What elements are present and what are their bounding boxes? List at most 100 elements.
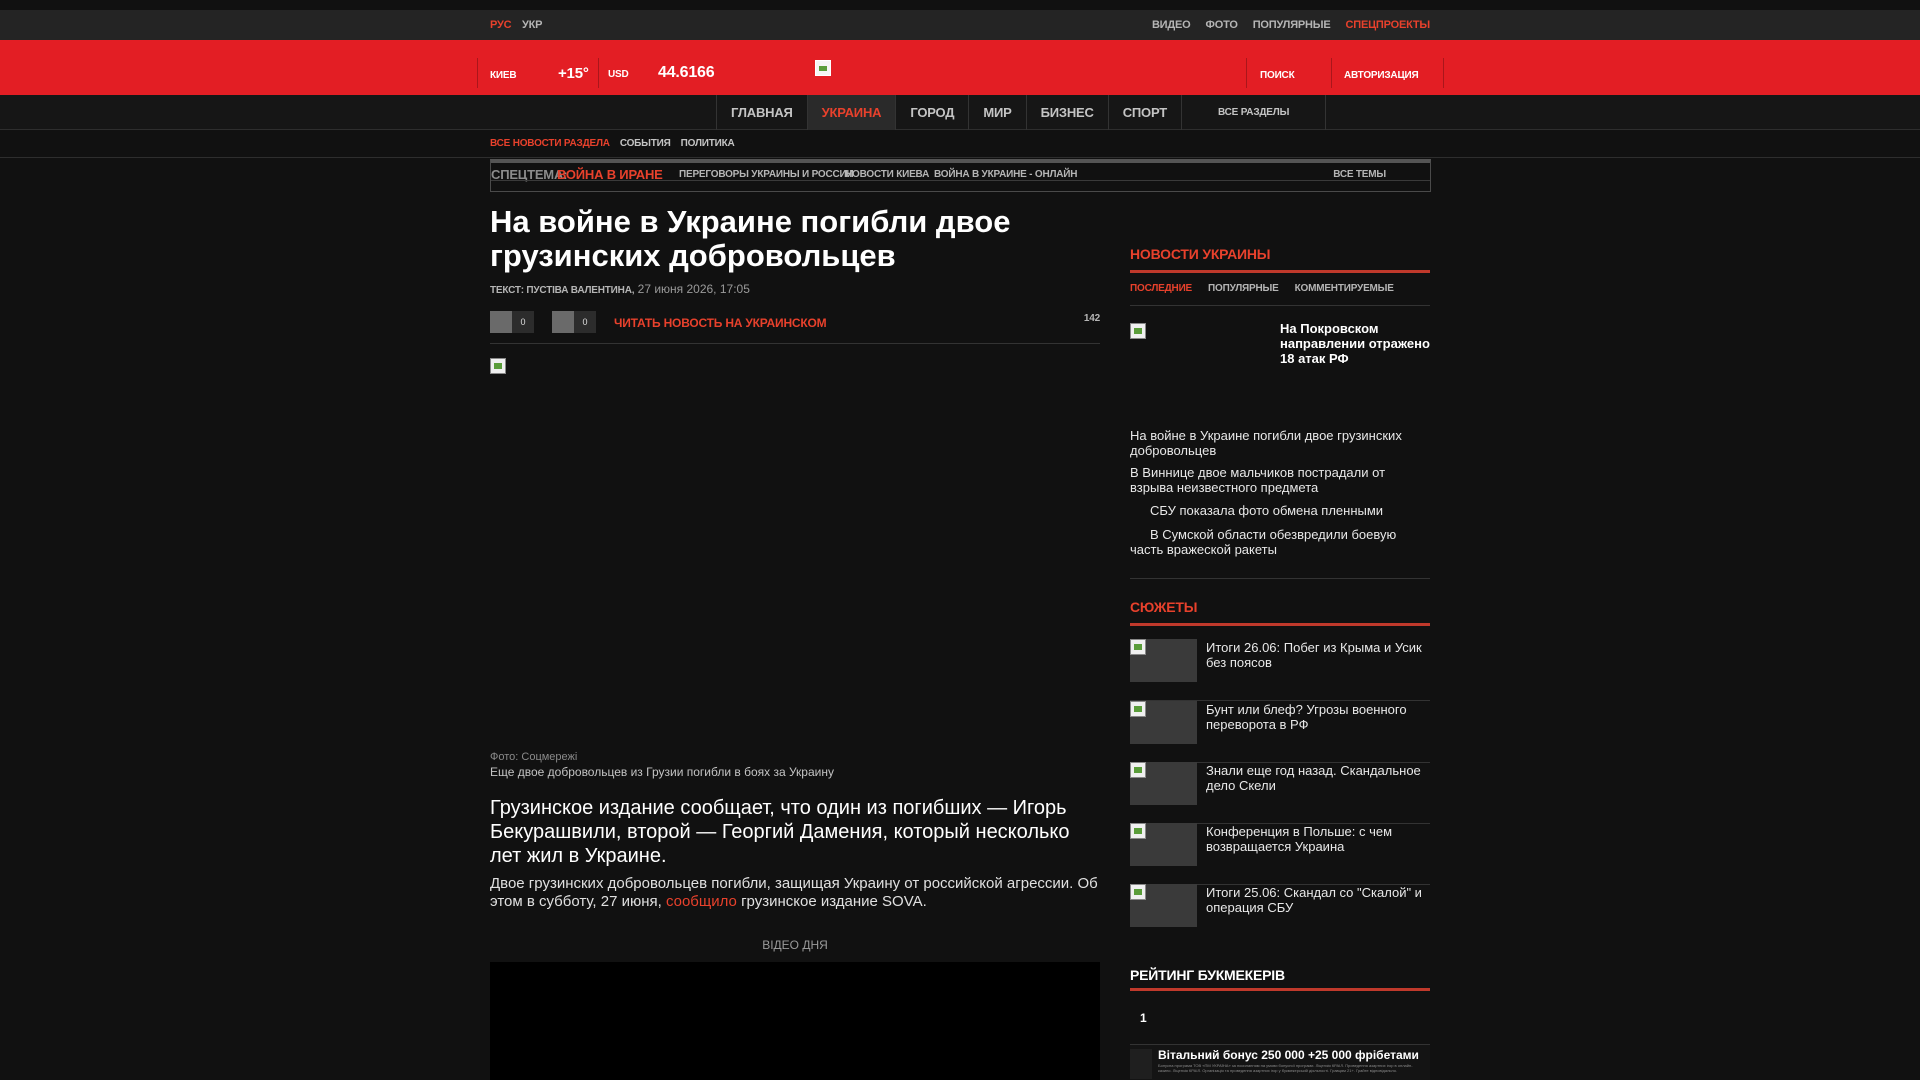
- nav-tab-main[interactable]: ГЛАВНАЯ: [716, 95, 807, 130]
- divider: [1130, 270, 1430, 273]
- article-paragraph: Двое грузинских добровольцев погибли, за…: [490, 875, 1102, 911]
- bookmaker-card[interactable]: Вітальний бонус 250 000 +25 000 фрібетам…: [1130, 1044, 1430, 1080]
- share-count: 0: [574, 311, 596, 333]
- divider: [1130, 988, 1430, 991]
- site-header: КИЕВ +15° USD 44.6166 ПОИСК АВТОРИЗАЦИЯ: [0, 40, 1920, 95]
- view-count: 142: [1083, 313, 1100, 324]
- photo-caption: Еще двое добровольцев из Грузии погибли …: [490, 765, 834, 779]
- weather-temperature: +15°: [558, 65, 589, 82]
- paragraph-text: грузинское издание SOVA.: [741, 893, 927, 910]
- broken-image-icon: [1130, 762, 1146, 778]
- story-thumbnail: [1130, 701, 1197, 744]
- sidebar-news-heading[interactable]: НОВОСТИ УКРАИНЫ: [1130, 246, 1270, 262]
- article-actions: 0 0 ЧИТАТЬ НОВОСТЬ НА УКРАИНСКОМ 142: [490, 311, 1100, 343]
- story-item[interactable]: Бунт или блеф? Угрозы военного переворот…: [1130, 701, 1430, 763]
- nav-tab-ukraine[interactable]: УКРАИНА: [806, 95, 896, 130]
- broken-image-icon: [1130, 823, 1146, 839]
- story-thumbnail: [1130, 823, 1197, 866]
- special-topics-bar: СПЕЦТЕМА: ВОЙНА В ИРАНЕ ПЕРЕГОВОРЫ УКРАИ…: [490, 159, 1431, 192]
- story-title[interactable]: Конференция в Польше: с чем возвращается…: [1206, 824, 1432, 854]
- story-item[interactable]: Конференция в Польше: с чем возвращается…: [1130, 823, 1430, 885]
- article-main-image: [490, 358, 506, 374]
- language-ua-link[interactable]: УКР: [522, 19, 542, 31]
- weather-city[interactable]: КИЕВ: [490, 70, 517, 81]
- header-divider: [1331, 58, 1332, 88]
- nav-tab-business[interactable]: БИЗНЕС: [1025, 95, 1108, 130]
- article-title: На войне в Украине погибли двое грузинск…: [490, 204, 1011, 273]
- story-title[interactable]: Итоги 26.06: Побег из Крыма и Усик без п…: [1206, 640, 1432, 670]
- bookmaker-fine-print: Бонусна програма ТОВ «ПМ УКРАЇНА» за пос…: [1158, 1063, 1413, 1073]
- story-thumbnail: [1130, 762, 1197, 805]
- login-button[interactable]: АВТОРИЗАЦИЯ: [1344, 70, 1419, 81]
- video-link[interactable]: ВИДЕО: [1152, 19, 1191, 31]
- share-count: 0: [512, 311, 534, 333]
- site-logo-icon[interactable]: [815, 60, 831, 76]
- header-divider: [477, 58, 478, 88]
- special-projects-link[interactable]: СПЕЦПРОЕКТЫ: [1346, 19, 1431, 31]
- article-date: 27 июня 2026, 17:05: [637, 282, 750, 296]
- popular-link[interactable]: ПОПУЛЯРНЫЕ: [1253, 19, 1331, 31]
- tab-popular[interactable]: ПОПУЛЯРНЫЕ: [1208, 283, 1279, 294]
- topic-link[interactable]: НОВОСТИ КИЕВА: [845, 169, 929, 180]
- topic-link[interactable]: ПЕРЕГОВОРЫ УКРАИНЫ И РОССИИ: [679, 169, 854, 180]
- header-divider: [1246, 58, 1247, 88]
- tab-latest[interactable]: ПОСЛЕДНИЕ: [1130, 283, 1192, 294]
- story-title[interactable]: Бунт или блеф? Угрозы военного переворот…: [1206, 702, 1432, 732]
- bookmaker-logo-icon[interactable]: [1130, 1049, 1152, 1079]
- bookmaker-rank: 1: [1140, 1011, 1147, 1025]
- video-player[interactable]: [490, 962, 1100, 1080]
- divider: [0, 157, 1920, 158]
- search-button[interactable]: ПОИСК: [1260, 70, 1295, 81]
- story-item[interactable]: Знали еще год назад. Скандальное дело Ск…: [1130, 762, 1430, 824]
- news-list-item[interactable]: СБУ показала фото обмена пленными: [1130, 503, 1430, 518]
- article-author[interactable]: ТЕКСТ: ПУСТІВА ВАЛЕНТИНА,: [490, 285, 634, 296]
- bookmakers-heading: РЕЙТИНГ БУКМЕКЕРІВ: [1130, 967, 1285, 983]
- all-topics-link[interactable]: ВСЕ ТЕМЫ: [1333, 169, 1386, 180]
- currency-rate: 44.6166: [658, 64, 715, 81]
- photo-link[interactable]: ФОТО: [1206, 19, 1238, 31]
- telegram-share-icon[interactable]: [552, 311, 574, 333]
- story-item[interactable]: Итоги 26.06: Побег из Крыма и Усик без п…: [1130, 639, 1430, 701]
- news-list-item[interactable]: В Виннице двое мальчиков пострадали от в…: [1130, 465, 1430, 495]
- nav-all-sections[interactable]: ВСЕ РАЗДЕЛЫ: [1181, 95, 1327, 130]
- photo-credit: Фото: Соцмережі: [490, 751, 578, 763]
- top-utility-bar: РУС УКР ВИДЕО ФОТО ПОПУЛЯРНЫЕ СПЕЦПРОЕКТ…: [0, 10, 1920, 40]
- article-meta: ТЕКСТ: ПУСТІВА ВАЛЕНТИНА, 27 июня 2026, …: [490, 282, 750, 296]
- nav-tab-world[interactable]: МИР: [968, 95, 1025, 130]
- story-title[interactable]: Итоги 25.06: Скандал со "Скалой" и опера…: [1206, 885, 1432, 915]
- nav-tab-sport[interactable]: СПОРТ: [1107, 95, 1181, 130]
- top-links: ВИДЕО ФОТО ПОПУЛЯРНЫЕ СПЕЦПРОЕКТЫ: [1152, 19, 1430, 31]
- video-of-day-label: ВІДЕО ДНЯ: [762, 938, 828, 952]
- broken-image-icon: [1130, 701, 1146, 717]
- currency-label: USD: [608, 69, 629, 80]
- header-divider: [598, 58, 599, 88]
- divider: [1130, 305, 1430, 306]
- nav-tab-city[interactable]: ГОРОД: [895, 95, 968, 130]
- main-navigation: ГЛАВНАЯ УКРАИНА ГОРОД МИР БИЗНЕС СПОРТ В…: [0, 95, 1920, 130]
- divider: [491, 180, 1430, 181]
- tab-commented[interactable]: КОММЕНТИРУЕМЫЕ: [1295, 283, 1394, 294]
- subnav-events[interactable]: СОБЫТИЯ: [620, 138, 671, 149]
- broken-image-icon: [1130, 884, 1146, 900]
- bookmaker-offer[interactable]: Вітальний бонус 250 000 +25 000 фрібетам…: [1158, 1048, 1419, 1062]
- topic-link[interactable]: ВОЙНА В УКРАИНЕ - ОНЛАЙН: [934, 169, 1078, 180]
- divider: [1130, 623, 1430, 626]
- news-tabs: ПОСЛЕДНИЕ ПОПУЛЯРНЫЕ КОММЕНТИРУЕМЫЕ: [1130, 283, 1394, 294]
- article-lead: Грузинское издание сообщает, что один из…: [490, 797, 1070, 867]
- language-ru-link[interactable]: РУС: [490, 19, 512, 31]
- source-link[interactable]: сообщило: [666, 893, 737, 910]
- story-item[interactable]: Итоги 25.06: Скандал со "Скалой" и опера…: [1130, 884, 1430, 946]
- news-list-item[interactable]: На войне в Украине погибли двое грузинск…: [1130, 428, 1430, 458]
- story-thumbnail: [1130, 884, 1197, 927]
- story-title[interactable]: Знали еще год назад. Скандальное дело Ск…: [1206, 763, 1432, 793]
- news-list-item[interactable]: В Сумской области обезвредили боевую час…: [1130, 527, 1430, 557]
- subnav-politics[interactable]: ПОЛИТИКА: [681, 138, 735, 149]
- story-thumbnail: [1130, 639, 1197, 682]
- top-news-image[interactable]: [1130, 323, 1146, 339]
- top-news-title[interactable]: На Покровском направлении отражено 18 ат…: [1280, 321, 1434, 366]
- sidebar-stories-heading[interactable]: СЮЖЕТЫ: [1130, 599, 1197, 615]
- facebook-share-icon[interactable]: [490, 311, 512, 333]
- subnav-all-news[interactable]: ВСЕ НОВОСТИ РАЗДЕЛА: [490, 138, 610, 149]
- broken-image-icon: [1130, 639, 1146, 655]
- read-in-ukrainian-link[interactable]: ЧИТАТЬ НОВОСТЬ НА УКРАИНСКОМ: [614, 316, 827, 330]
